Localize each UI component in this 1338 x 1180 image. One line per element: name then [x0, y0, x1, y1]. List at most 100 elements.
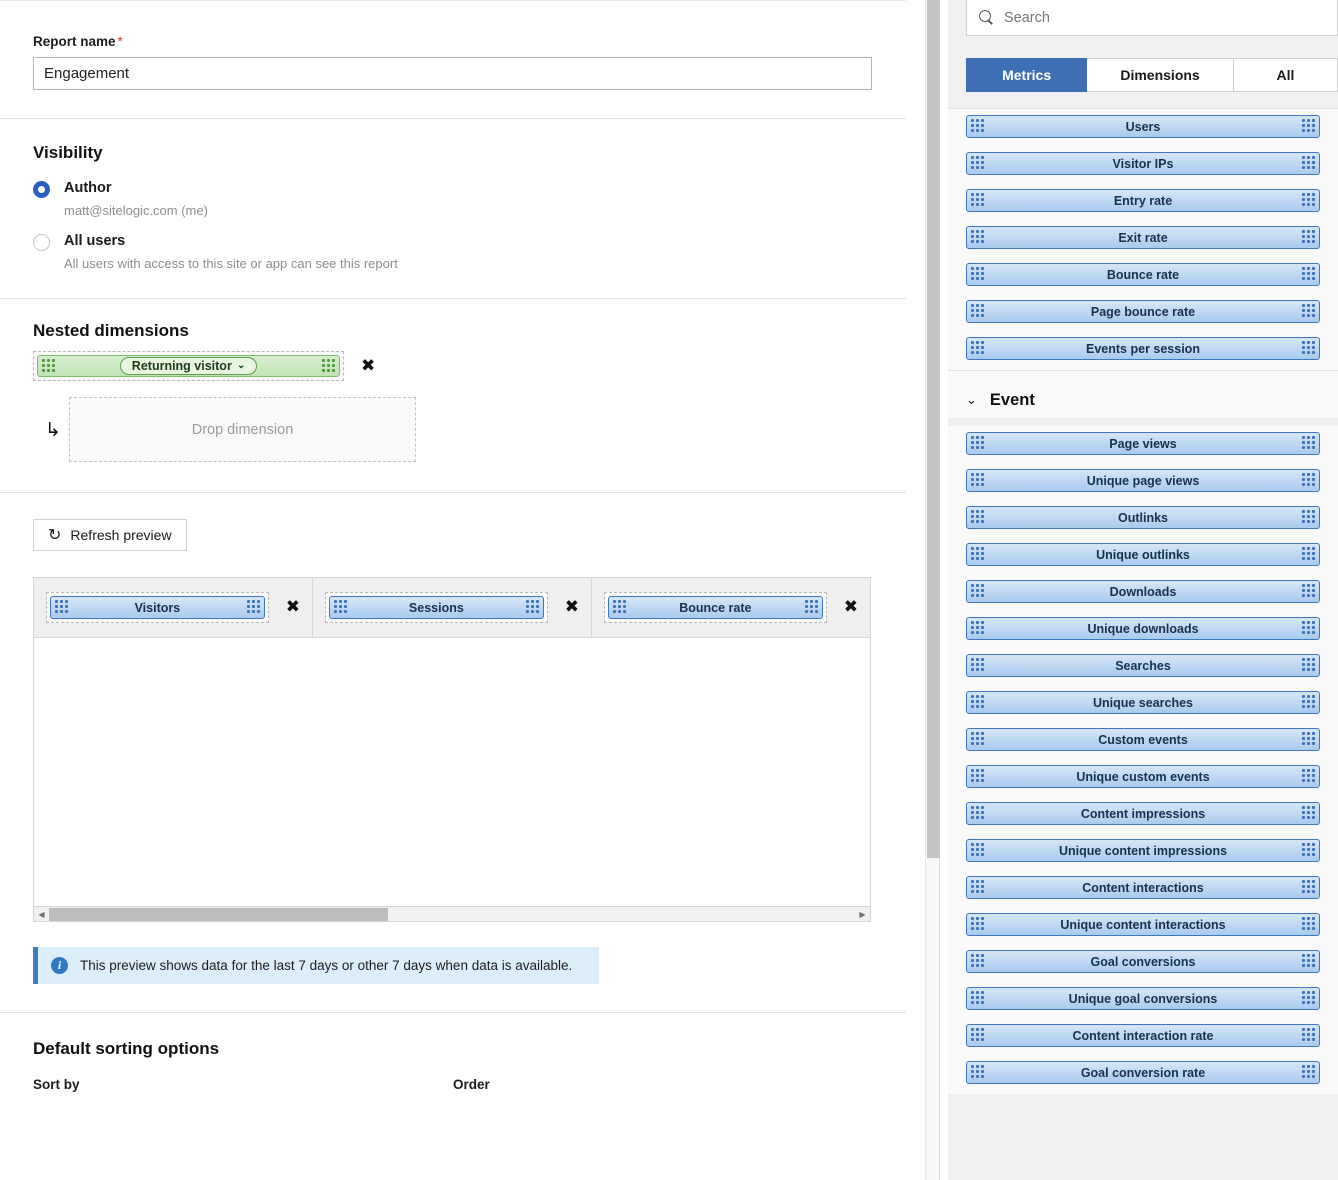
group-header-event[interactable]: ⌄ Event: [948, 370, 1338, 418]
drag-handle-icon[interactable]: [971, 769, 984, 784]
drag-handle-right-icon[interactable]: [1302, 732, 1315, 747]
radio-all-users-icon[interactable]: [33, 234, 50, 252]
scrollbar-thumb[interactable]: [49, 907, 388, 921]
drag-handle-right-icon[interactable]: [1302, 119, 1315, 134]
drag-handle-right-icon[interactable]: [1302, 621, 1315, 636]
drag-handle-icon[interactable]: [971, 473, 984, 488]
drag-handle-right-icon[interactable]: [1302, 769, 1315, 784]
drag-handle-icon[interactable]: [971, 991, 984, 1006]
dimension-chip-returning-visitor[interactable]: Returning visitor ⌄: [37, 355, 340, 378]
drag-handle-icon[interactable]: [971, 436, 984, 451]
metric-item-unique-downloads[interactable]: Unique downloads: [966, 617, 1320, 640]
metric-item-content-interactions[interactable]: Content interactions: [966, 876, 1320, 899]
search-box[interactable]: Search: [966, 0, 1338, 36]
drag-handle-right-icon[interactable]: [1302, 1028, 1315, 1043]
drag-handle-icon[interactable]: [971, 193, 984, 208]
metric-item-unique-custom-events[interactable]: Unique custom events: [966, 765, 1320, 788]
drag-handle-right-icon[interactable]: [1302, 843, 1315, 858]
metric-item-unique-outlinks[interactable]: Unique outlinks: [966, 543, 1320, 566]
scroll-left-arrow-icon[interactable]: ◀: [34, 907, 49, 922]
drag-handle-icon[interactable]: [971, 1028, 984, 1043]
metric-item-custom-events[interactable]: Custom events: [966, 728, 1320, 751]
drag-handle-right-icon[interactable]: [1302, 156, 1315, 171]
dimension-dropdown[interactable]: Returning visitor ⌄: [119, 357, 258, 376]
drag-handle-icon[interactable]: [971, 621, 984, 636]
drag-handle-icon[interactable]: [971, 658, 984, 673]
drag-handle-right-icon[interactable]: [1302, 1065, 1315, 1080]
drag-handle-icon[interactable]: [971, 954, 984, 969]
visibility-option-all-users[interactable]: All users All users with access to this …: [33, 232, 873, 272]
metric-item-goal-conversion-rate[interactable]: Goal conversion rate: [966, 1061, 1320, 1084]
drag-handle-right-icon[interactable]: [1302, 304, 1315, 319]
metric-item-bounce-rate[interactable]: Bounce rate: [966, 263, 1320, 286]
tab-all[interactable]: All: [1233, 58, 1338, 92]
drag-handle-right-icon[interactable]: [1302, 880, 1315, 895]
drag-handle-right-icon[interactable]: [1302, 806, 1315, 821]
drag-handle-right-icon[interactable]: [1302, 436, 1315, 451]
drag-handle-right-icon[interactable]: [1302, 991, 1315, 1006]
metric-item-page-views[interactable]: Page views: [966, 432, 1320, 455]
radio-author-icon[interactable]: [33, 181, 50, 198]
metric-item-unique-searches[interactable]: Unique searches: [966, 691, 1320, 714]
drag-handle-icon[interactable]: [334, 600, 347, 615]
tab-dimensions[interactable]: Dimensions: [1087, 58, 1234, 92]
metric-chip-sessions[interactable]: Sessions: [329, 596, 544, 620]
page-vertical-scrollbar[interactable]: [925, 0, 940, 1180]
metric-item-searches[interactable]: Searches: [966, 654, 1320, 677]
drag-handle-right-icon[interactable]: [804, 600, 818, 615]
drag-handle-right-icon[interactable]: [322, 358, 335, 374]
drag-handle-right-icon[interactable]: [1302, 917, 1315, 932]
drag-handle-right-icon[interactable]: [1302, 510, 1315, 525]
metric-item-unique-content-interactions[interactable]: Unique content interactions: [966, 913, 1320, 936]
metric-dropzone-visitors[interactable]: Visitors: [46, 592, 269, 624]
drag-handle-right-icon[interactable]: [1302, 193, 1315, 208]
metric-item-content-interaction-rate[interactable]: Content interaction rate: [966, 1024, 1320, 1047]
drag-handle-icon[interactable]: [42, 358, 55, 374]
metric-item-entry-rate[interactable]: Entry rate: [966, 189, 1320, 212]
drag-handle-right-icon[interactable]: [1302, 547, 1315, 562]
drag-handle-icon[interactable]: [971, 119, 984, 134]
report-name-input[interactable]: [33, 57, 872, 90]
metric-item-outlinks[interactable]: Outlinks: [966, 506, 1320, 529]
remove-dimension-button[interactable]: ✖: [361, 357, 375, 375]
metric-item-exit-rate[interactable]: Exit rate: [966, 226, 1320, 249]
metric-item-unique-goal-conversions[interactable]: Unique goal conversions: [966, 987, 1320, 1010]
drag-handle-icon[interactable]: [971, 843, 984, 858]
metric-item-page-bounce-rate[interactable]: Page bounce rate: [966, 300, 1320, 323]
drag-handle-icon[interactable]: [971, 230, 984, 245]
metric-chip-bounce-rate[interactable]: Bounce rate: [608, 596, 823, 620]
drag-handle-right-icon[interactable]: [1302, 954, 1315, 969]
drag-handle-icon[interactable]: [971, 547, 984, 562]
dimension-dropzone[interactable]: Returning visitor ⌄: [33, 351, 344, 382]
drag-handle-icon[interactable]: [971, 341, 984, 356]
drag-handle-right-icon[interactable]: [1302, 695, 1315, 710]
tab-metrics[interactable]: Metrics: [966, 58, 1088, 92]
remove-metric-sessions-button[interactable]: ✖: [565, 599, 579, 616]
refresh-preview-button[interactable]: ↻ Refresh preview: [33, 519, 187, 552]
remove-metric-bounce-rate-button[interactable]: ✖: [844, 599, 858, 616]
metric-chip-visitors[interactable]: Visitors: [50, 596, 265, 620]
drag-handle-right-icon[interactable]: [1302, 658, 1315, 673]
metric-item-unique-page-views[interactable]: Unique page views: [966, 469, 1320, 492]
metric-item-content-impressions[interactable]: Content impressions: [966, 802, 1320, 825]
page-scrollbar-thumb[interactable]: [927, 0, 940, 858]
scrollbar-track[interactable]: [49, 907, 855, 922]
drag-handle-icon[interactable]: [55, 600, 68, 615]
drag-handle-icon[interactable]: [971, 584, 984, 599]
metric-item-goal-conversions[interactable]: Goal conversions: [966, 950, 1320, 973]
drag-handle-icon[interactable]: [971, 806, 984, 821]
scroll-right-arrow-icon[interactable]: ▶: [855, 907, 870, 922]
drag-handle-right-icon[interactable]: [246, 600, 260, 615]
drag-handle-right-icon[interactable]: [1302, 267, 1315, 282]
metric-dropzone-sessions[interactable]: Sessions: [325, 592, 548, 624]
drag-handle-icon[interactable]: [971, 304, 984, 319]
drag-handle-icon[interactable]: [971, 732, 984, 747]
metric-item-visitor-ips[interactable]: Visitor IPs: [966, 152, 1320, 175]
drag-handle-right-icon[interactable]: [1302, 473, 1315, 488]
drag-handle-icon[interactable]: [971, 917, 984, 932]
metric-item-downloads[interactable]: Downloads: [966, 580, 1320, 603]
drag-handle-icon[interactable]: [971, 267, 984, 282]
drag-handle-icon[interactable]: [613, 600, 626, 615]
drag-handle-icon[interactable]: [971, 880, 984, 895]
metric-item-unique-content-impressions[interactable]: Unique content impressions: [966, 839, 1320, 862]
